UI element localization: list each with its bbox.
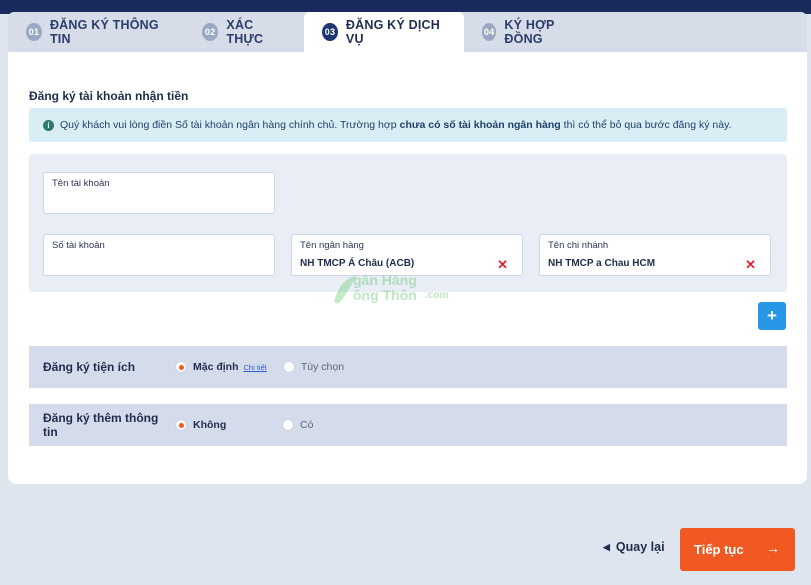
info-text-bold: chưa có số tài khoản ngân hàng [399,119,561,131]
step-number-badge: 01 [26,23,42,41]
tab-label: KÝ HỢP ĐỒNG [504,18,555,46]
radio-default[interactable]: Mặc định Chi tiết [175,361,267,373]
bank-name-field[interactable]: Tên ngân hàng NH TMCP Á Châu (ACB) ✕ [291,234,523,276]
step-number-badge: 02 [202,23,219,41]
field-value: NH TMCP a Chau HCM [548,258,656,269]
detail-link[interactable]: Chi tiết [244,363,267,372]
extra-info-label: Đăng ký thêm thông tin [43,411,159,439]
section-title: Đăng ký tài khoản nhận tiền [29,89,189,103]
tab-label: XÁC THỰC [226,18,264,46]
next-button[interactable]: Tiếp tục → [680,528,795,571]
tab-label: ĐĂNG KÝ THÔNG TIN [49,18,159,46]
tab-register-service[interactable]: 03 ĐĂNG KÝ DỊCH VỤ [304,12,464,52]
next-label: Tiếp tục [694,542,744,557]
radio-checked-icon [175,361,187,373]
field-value: NH TMCP Á Châu (ACB) [300,258,415,269]
step-tabs: 01 ĐĂNG KÝ THÔNG TIN 02 XÁC THỰC 03 ĐĂNG… [8,12,807,52]
arrow-right-icon: → [766,540,780,556]
radio-unchecked-icon [282,419,294,431]
info-text-before: Quý khách vui lòng điền Số tài khoản ngâ… [60,119,397,131]
back-label: Quay lại [615,540,665,554]
radio-label: Mặc định [193,361,239,373]
tab-label: ĐĂNG KÝ DỊCH VỤ [345,18,440,46]
caret-left-icon: ◀ [603,541,610,552]
radio-label: Không [193,419,227,431]
info-icon: i [43,119,54,131]
field-label: Tên ngân hàng [300,240,364,251]
branch-name-field[interactable]: Tên chi nhánh NH TMCP a Chau HCM ✕ [539,234,771,276]
back-button[interactable]: ◀ Quay lại [603,540,665,554]
tab-sign-contract[interactable]: 04 KÝ HỢP ĐỒNG [464,12,594,52]
radio-label: Tùy chọn [300,361,345,373]
radio-yes[interactable]: Có [282,419,313,431]
step-number-badge: 04 [482,23,497,41]
field-label: Tên chi nhánh [548,240,609,251]
radio-no[interactable]: Không [175,419,268,431]
radio-unchecked-icon [282,361,295,373]
radio-custom[interactable]: Tùy chọn [282,361,345,373]
utilities-row: Đăng ký tiện ích Mặc định Chi tiết Tùy c… [29,346,787,388]
info-text-after: thì có thể bỏ qua bước đăng ký này. [563,119,732,131]
service-card: Đăng ký tài khoản nhận tiền i Quý khách … [8,52,807,484]
radio-checked-icon [175,419,187,431]
account-name-field[interactable]: Tên tài khoản [43,172,275,214]
bank-account-form: Tên tài khoản Số tài khoản Tên ngân hàng… [29,154,787,292]
radio-label: Có [300,419,314,431]
clear-icon[interactable]: ✕ [497,257,508,273]
field-label: Số tài khoản [52,240,105,251]
tab-verification[interactable]: 02 XÁC THỰC [184,12,304,52]
clear-icon[interactable]: ✕ [745,257,756,273]
field-label: Tên tài khoản [52,178,110,189]
tab-register-info[interactable]: 01 ĐĂNG KÝ THÔNG TIN [8,12,184,52]
utilities-label: Đăng ký tiện ích [43,360,136,374]
add-account-button[interactable]: + [758,302,786,330]
account-number-field[interactable]: Số tài khoản [43,234,275,276]
extra-info-row: Đăng ký thêm thông tin Không Có [29,404,787,446]
info-notice: i Quý khách vui lòng điền Số tài khoản n… [29,108,787,142]
step-number-badge: 03 [322,23,338,41]
